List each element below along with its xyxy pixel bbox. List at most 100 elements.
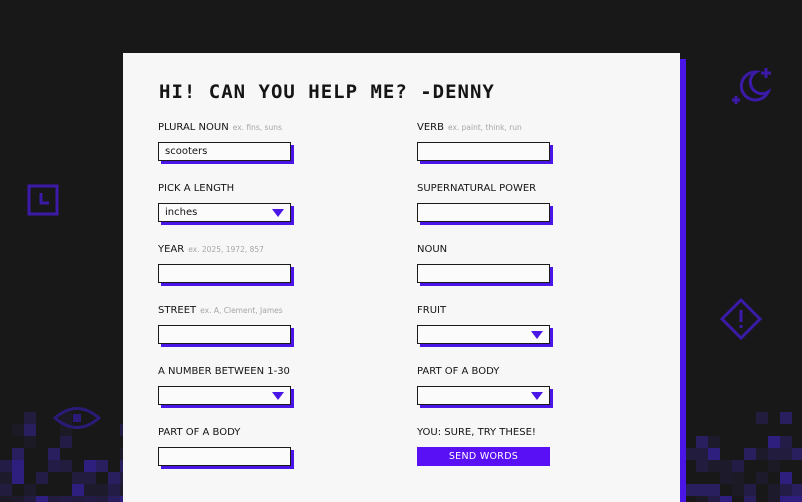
pixel (756, 472, 768, 484)
text-input[interactable] (158, 264, 291, 283)
field-noun: NOUN (417, 244, 657, 283)
pixel (60, 436, 72, 448)
pixel (24, 412, 36, 424)
field-label: PART OF A BODY (417, 366, 500, 377)
caret-down-icon (272, 391, 284, 400)
pixel (60, 460, 72, 472)
pixel (780, 496, 792, 502)
pixel (768, 496, 780, 502)
pixel (84, 472, 96, 484)
pixel (780, 436, 792, 448)
pixel (696, 496, 708, 502)
clock-icon (27, 184, 59, 216)
select-input[interactable] (417, 386, 550, 405)
pixel (780, 472, 792, 484)
pixel (780, 484, 792, 496)
select-input[interactable] (417, 325, 550, 344)
pixel (708, 448, 720, 460)
pixel (96, 496, 108, 502)
pixel (0, 496, 12, 502)
text-input[interactable] (158, 447, 291, 466)
field-label: A NUMBER BETWEEN 1-30 (158, 366, 290, 377)
pixel (780, 412, 792, 424)
pixel (768, 484, 780, 496)
pixel (72, 496, 84, 502)
field-label: PLURAL NOUN (158, 122, 229, 133)
mad-libs-form: HI! CAN YOU HELP ME? -DENNY PLURAL NOUN e… (123, 53, 680, 502)
pixel (744, 496, 756, 502)
pixel (12, 448, 24, 460)
input-value: scooters (165, 146, 208, 157)
caret-down-icon (531, 391, 543, 400)
pixel (96, 484, 108, 496)
pixel (696, 448, 708, 460)
text-input[interactable] (417, 203, 550, 222)
field-label: PICK A LENGTH (158, 183, 235, 194)
pixel (24, 424, 36, 436)
pixel (48, 448, 60, 460)
pixel (768, 448, 780, 460)
warning-diamond-icon (719, 297, 763, 341)
submit-prompt: YOU: SURE, TRY THESE! (417, 427, 536, 438)
select-input[interactable] (158, 386, 291, 405)
pixel (768, 436, 780, 448)
pixel (84, 484, 96, 496)
pixel (756, 412, 768, 424)
field-pick-a-length: PICK A LENGTH inches (158, 183, 398, 222)
pixel (12, 472, 24, 484)
pixel (720, 460, 732, 472)
pixel (12, 496, 24, 502)
pixel (12, 460, 24, 472)
field-fruit: FRUIT (417, 305, 657, 344)
field-hint: ex. 2025, 1972, 857 (188, 245, 264, 254)
field-street: STREET ex. A, Clement, James (158, 305, 398, 344)
text-input[interactable] (158, 325, 291, 344)
field-part-of-a-body: PART OF A BODY (417, 366, 657, 405)
field-label: VERB (417, 122, 444, 133)
pixel (0, 460, 12, 472)
pixel (24, 436, 36, 448)
pixel (744, 484, 756, 496)
field-hint: ex. fins, suns (232, 123, 282, 132)
pixel (48, 460, 60, 472)
pixel (756, 448, 768, 460)
field-a-number-between-1-30: A NUMBER BETWEEN 1-30 (158, 366, 398, 405)
pixel (768, 460, 780, 472)
eye-icon (52, 407, 102, 429)
pixel (780, 448, 792, 460)
pixel (84, 460, 96, 472)
text-input[interactable] (417, 264, 550, 283)
field-hint: ex. paint, think, run (447, 123, 522, 132)
pixel (708, 460, 720, 472)
pixel (708, 484, 720, 496)
pixel (732, 460, 744, 472)
pixel (0, 484, 12, 496)
field-part-of-a-body: PART OF A BODY (158, 427, 398, 466)
field-label: NOUN (417, 244, 448, 255)
pixel (12, 424, 24, 436)
pixel (72, 472, 84, 484)
pixel (696, 484, 708, 496)
pixel (108, 484, 120, 496)
pixel (0, 472, 12, 484)
field-verb: VERB ex. paint, think, run (417, 122, 657, 161)
text-input[interactable]: scooters (158, 142, 291, 161)
field-label: FRUIT (417, 305, 447, 316)
pixel (720, 472, 732, 484)
pixel (792, 448, 802, 460)
pixel (36, 472, 48, 484)
submit-section: YOU: SURE, TRY THESE! SEND WORDS (417, 427, 657, 466)
caret-down-icon (531, 330, 543, 339)
pixel (720, 496, 732, 502)
send-words-button[interactable]: SEND WORDS (417, 447, 550, 466)
form-title: HI! CAN YOU HELP ME? -DENNY (159, 81, 495, 103)
pixel (732, 484, 744, 496)
field-label: PART OF A BODY (158, 427, 241, 438)
pixel (792, 496, 802, 502)
pixel (60, 496, 72, 502)
text-input[interactable] (417, 142, 550, 161)
input-value: inches (165, 207, 198, 218)
pixel (36, 496, 48, 502)
field-label: SUPERNATURAL POWER (417, 183, 537, 194)
select-input[interactable]: inches (158, 203, 291, 222)
